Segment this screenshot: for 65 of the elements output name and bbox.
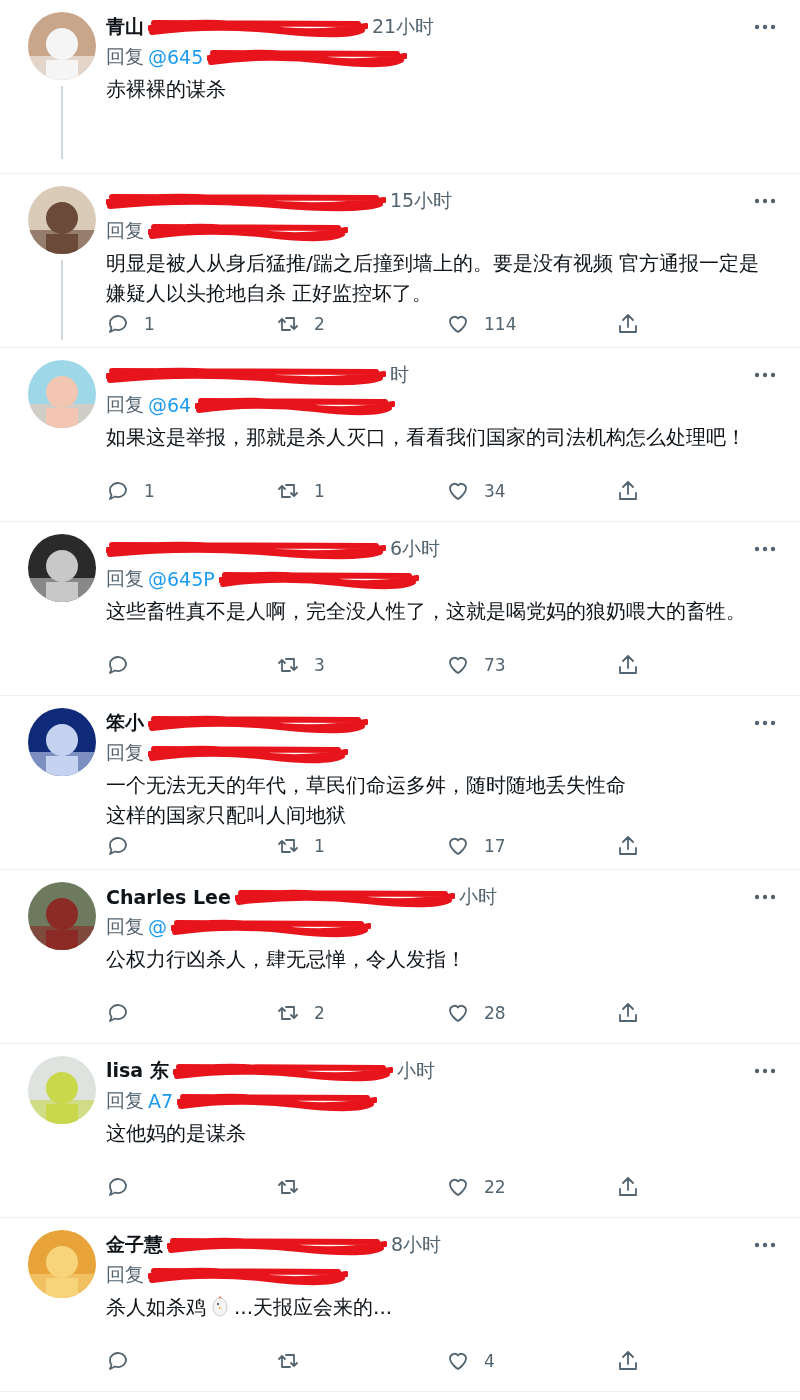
more-icon[interactable] xyxy=(754,720,776,726)
reply-label: 回复 xyxy=(106,392,144,417)
reply-text: 这他妈的是谋杀 xyxy=(106,1120,247,1147)
more-icon[interactable] xyxy=(754,24,776,30)
share-icon[interactable] xyxy=(616,834,640,858)
reply-text: 如果这是举报，那就是杀人灭口，看看我们国家的司法机构怎么处理吧！ xyxy=(106,424,747,451)
timestamp: 小时 xyxy=(458,884,497,909)
more-icon[interactable] xyxy=(754,1068,776,1074)
more-icon[interactable] xyxy=(754,1242,776,1248)
share-icon[interactable] xyxy=(616,1349,640,1373)
reply-label: 回复 xyxy=(106,1262,144,1287)
user-name[interactable]: 青山 xyxy=(106,14,144,40)
timestamp: 小时 xyxy=(396,1058,435,1083)
share-icon[interactable] xyxy=(616,1001,640,1025)
speech-bubble-icon[interactable] xyxy=(106,1001,130,1025)
reply-text: 公权力行凶杀人，肆无忌惮，令人发指！ xyxy=(106,946,467,973)
likes-count: 34 xyxy=(484,481,506,501)
likes-count: 4 xyxy=(484,1351,495,1371)
more-icon[interactable] xyxy=(754,546,776,552)
likes-count: 114 xyxy=(484,314,517,334)
user-name[interactable]: 金子慧 xyxy=(106,1232,163,1258)
reply-text: 明显是被人从身后猛推/踹之后撞到墙上的。要是没有视频 官方通报一定是嫌疑人以头抢地自杀 正好监控坏了。 xyxy=(106,250,761,307)
reply-label: 回复 xyxy=(106,218,144,243)
share-icon[interactable] xyxy=(616,479,640,503)
reply-text: 杀人如杀鸡 ...天报应会来的... xyxy=(106,1293,394,1321)
likes-count: 17 xyxy=(484,836,506,856)
replies-count: 1 xyxy=(144,481,155,501)
timestamp: 15小时 xyxy=(390,188,453,213)
likes-count: 73 xyxy=(484,655,506,675)
share-icon[interactable] xyxy=(616,312,640,336)
user-name[interactable]: lisa 东 xyxy=(106,1058,169,1084)
speech-bubble-icon[interactable] xyxy=(106,653,130,677)
likes-count: 22 xyxy=(484,1177,506,1197)
replies-count: 1 xyxy=(144,314,155,334)
retweets-count: 3 xyxy=(314,655,325,675)
speech-bubble-icon[interactable] xyxy=(106,312,130,336)
reply-label: 回复 xyxy=(106,1088,144,1113)
retweets-count: 2 xyxy=(314,1003,325,1023)
reply-label: 回复 xyxy=(106,566,144,591)
timestamp: 时 xyxy=(390,362,409,387)
speech-bubble-icon[interactable] xyxy=(106,1175,130,1199)
speech-bubble-icon[interactable] xyxy=(106,834,130,858)
share-icon[interactable] xyxy=(616,1175,640,1199)
reply-label: 回复 xyxy=(106,44,144,69)
more-icon[interactable] xyxy=(754,894,776,900)
more-icon[interactable] xyxy=(754,198,776,204)
likes-count: 28 xyxy=(484,1003,506,1023)
reply-label: 回复 xyxy=(106,740,144,765)
timestamp: 6小时 xyxy=(390,536,441,561)
more-icon[interactable] xyxy=(754,372,776,378)
speech-bubble-icon[interactable] xyxy=(106,1349,130,1373)
retweets-count: 1 xyxy=(314,481,325,501)
reply-text: 一个无法无天的年代，草民们命运多舛，随时随地丢失性命 这样的国家只配叫人间地狱 xyxy=(106,772,627,829)
reply-label: 回复 xyxy=(106,914,144,939)
retweets-count: 2 xyxy=(314,314,325,334)
reply-text: 赤裸裸的谋杀 xyxy=(106,76,227,103)
user-name[interactable]: 笨小 xyxy=(106,710,144,736)
speech-bubble-icon[interactable] xyxy=(106,479,130,503)
reply-text: 这些畜牲真不是人啊，完全没人性了，这就是喝党妈的狼奶喂大的畜牲。 xyxy=(106,598,747,625)
timestamp: 21小时 xyxy=(372,14,435,39)
retweets-count: 1 xyxy=(314,836,325,856)
timestamp: 8小时 xyxy=(391,1232,442,1257)
chicken-icon xyxy=(210,1294,230,1318)
share-icon[interactable] xyxy=(616,653,640,677)
user-name[interactable]: Charles Lee xyxy=(106,886,231,908)
